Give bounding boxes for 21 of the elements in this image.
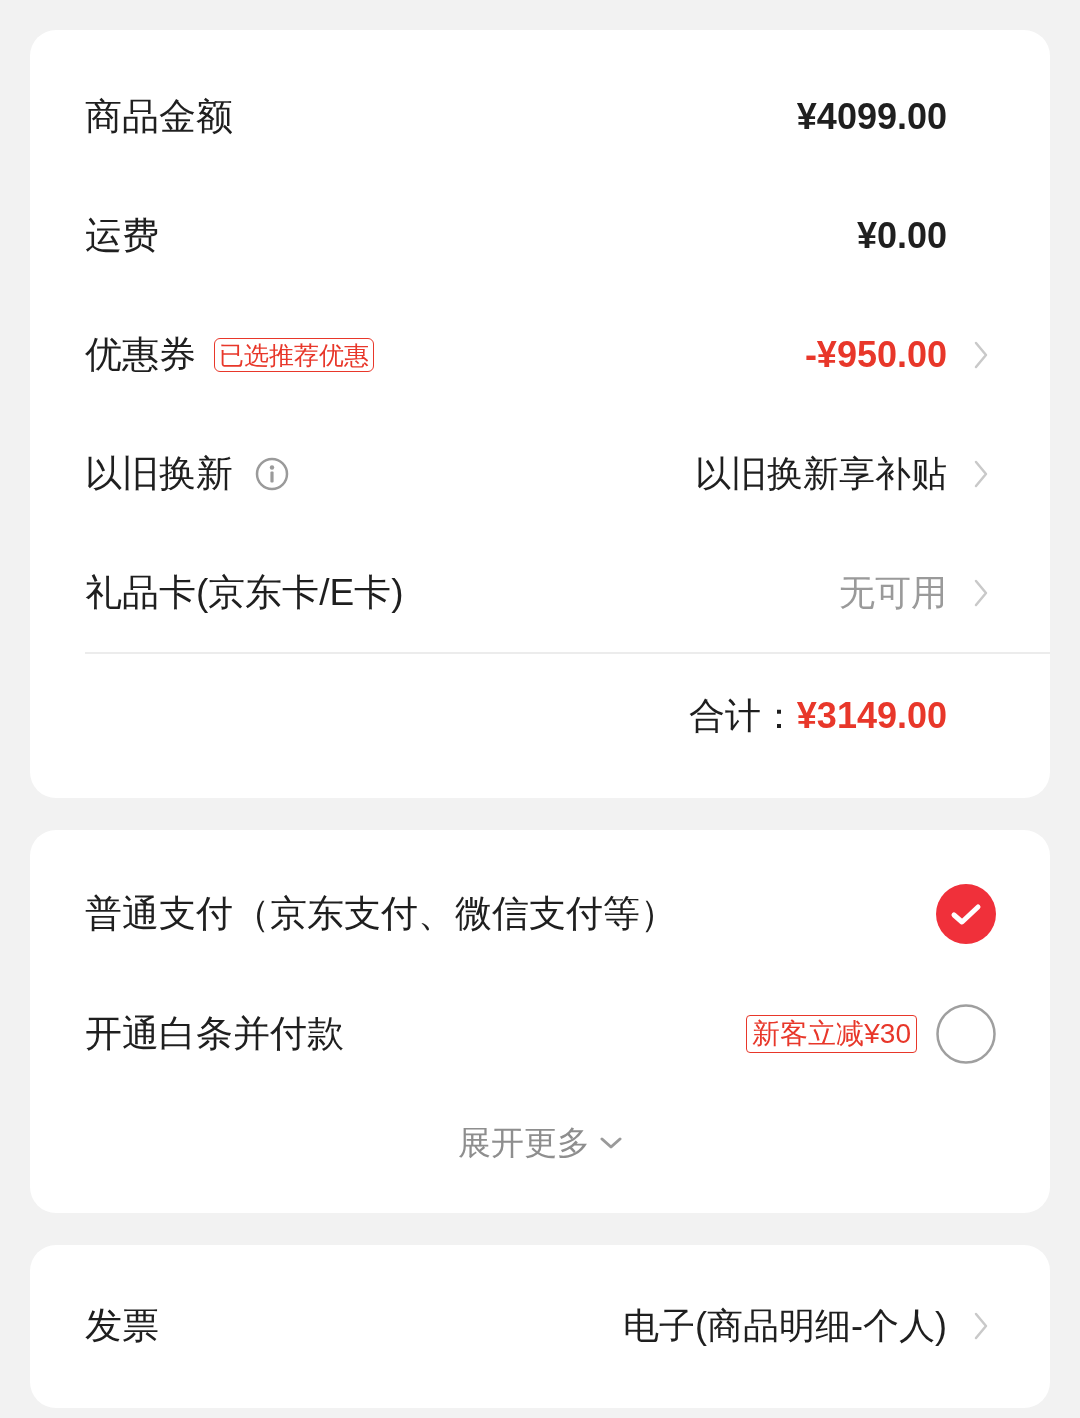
row-value[interactable]: -¥950.00	[804, 327, 947, 382]
chevron-down-icon	[600, 1137, 622, 1149]
row-label: 以旧换新	[85, 451, 233, 496]
payment-option-label[interactable]: 普通支付（京东支付、微信支付等）	[85, 886, 677, 942]
row-value: ¥4099.00	[796, 94, 947, 139]
recommended-tag: 已选推荐优惠	[214, 337, 374, 372]
promo-badge: 新客立减¥30	[746, 1015, 917, 1053]
invoice-value[interactable]: 电子(商品明细-个人)	[623, 1299, 947, 1353]
row-label: 商品金额	[85, 94, 233, 139]
checked-radio-icon[interactable]	[936, 884, 996, 944]
radio-icon[interactable]	[936, 1004, 996, 1064]
row-label: 运费	[85, 213, 159, 258]
invoice-label: 发票	[85, 1304, 159, 1349]
row-value[interactable]: 以旧换新享补贴	[695, 446, 947, 501]
row-value: ¥0.00	[856, 213, 947, 258]
row-label: 优惠券	[85, 332, 196, 377]
row-label: 礼品卡(京东卡/E卡)	[85, 570, 404, 615]
payment-option-label[interactable]: 开通白条并付款	[85, 1006, 344, 1062]
total-value: ¥3149.00	[796, 694, 947, 738]
info-icon[interactable]	[255, 456, 289, 491]
total-label: 合计：	[688, 694, 797, 738]
